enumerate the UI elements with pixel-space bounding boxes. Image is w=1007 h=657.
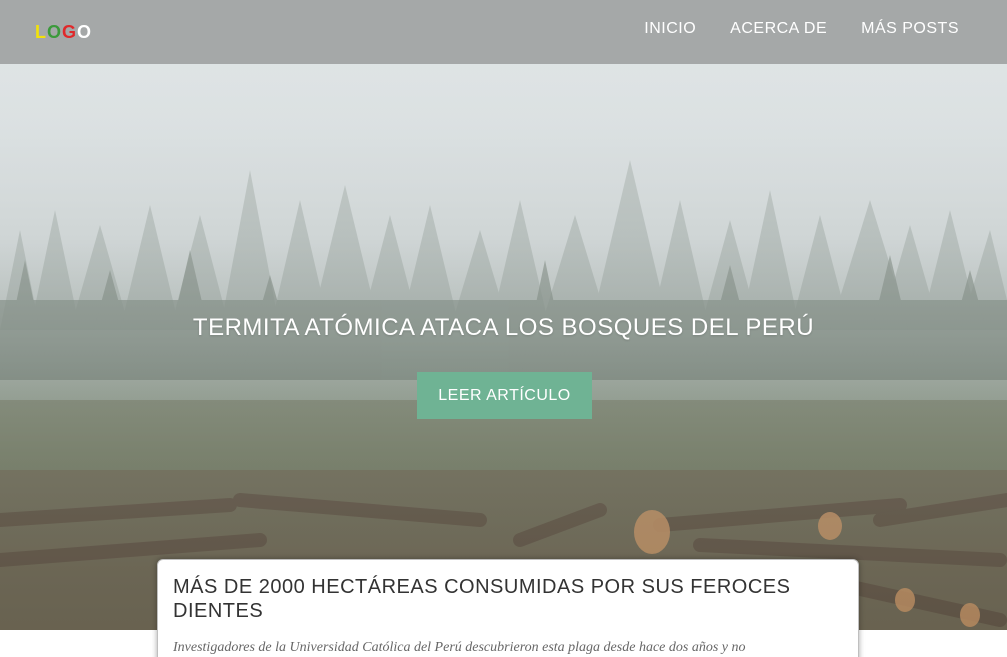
read-article-button[interactable]: LEER ARTÍCULO bbox=[417, 372, 592, 419]
article-card[interactable]: MÁS DE 2000 HECTÁREAS CONSUMIDAS POR SUS… bbox=[157, 559, 859, 657]
top-navbar: LOGO INICIO ACERCA DE MÁS POSTS bbox=[0, 0, 1007, 64]
logo-letter-o2: O bbox=[77, 22, 93, 42]
logo-letter-l: L bbox=[35, 22, 47, 42]
nav-link-inicio[interactable]: INICIO bbox=[644, 20, 696, 38]
article-excerpt: Investigadores de la Universidad Católic… bbox=[173, 640, 746, 655]
main-nav: INICIO ACERCA DE MÁS POSTS bbox=[644, 20, 959, 38]
nav-link-acerca-de[interactable]: ACERCA DE bbox=[730, 20, 827, 38]
article-title[interactable]: MÁS DE 2000 HECTÁREAS CONSUMIDAS POR SUS… bbox=[173, 575, 833, 623]
nav-link-mas-posts[interactable]: MÁS POSTS bbox=[861, 20, 959, 38]
hero-title: TERMITA ATÓMICA ATACA LOS BOSQUES DEL PE… bbox=[192, 314, 815, 341]
logo-letter-o1: O bbox=[47, 22, 63, 42]
site-logo[interactable]: LOGO bbox=[35, 22, 92, 43]
logo-letter-g: G bbox=[62, 22, 78, 42]
